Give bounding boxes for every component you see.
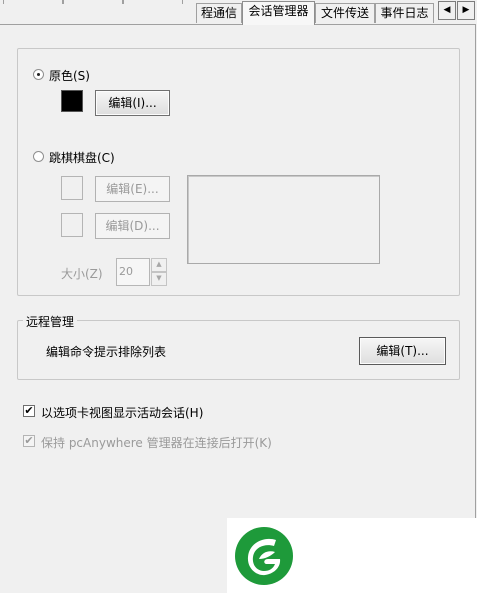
triangle-down-icon: ▼ bbox=[156, 274, 162, 282]
show-tabs-checkbox[interactable]: ✔ bbox=[23, 405, 35, 417]
tab-file-transfer[interactable]: 文件传送 bbox=[315, 3, 375, 23]
tab-strip: 程通信 会话管理器 文件传送 事件日志 ◀ ▶ bbox=[0, 0, 477, 25]
edit-checker-color-1-button[interactable]: 编辑(E)... bbox=[95, 176, 170, 202]
remote-management-description: 编辑命令提示排除列表 bbox=[46, 345, 167, 359]
checkerboard-label[interactable]: 跳棋棋盘(C) bbox=[49, 149, 115, 166]
remote-management-title: 远程管理 bbox=[23, 313, 78, 330]
show-tabs-label[interactable]: 以选项卡视图显示活动会话(H) bbox=[41, 404, 203, 421]
checkerboard-preview bbox=[187, 175, 380, 264]
size-spin-down-button[interactable]: ▼ bbox=[151, 272, 167, 286]
edit-exclusion-list-button[interactable]: 编辑(T)... bbox=[359, 337, 446, 365]
original-color-radio[interactable] bbox=[33, 69, 44, 80]
tab-scroll-right-button[interactable]: ▶ bbox=[457, 1, 475, 20]
edit-checker-color-2-button[interactable]: 编辑(D)... bbox=[95, 213, 170, 239]
original-color-swatch bbox=[61, 90, 83, 112]
size-spin-up-button[interactable]: ▲ bbox=[151, 258, 167, 272]
size-label: 大小(Z) bbox=[61, 267, 103, 281]
size-input[interactable]: 20 bbox=[116, 258, 150, 286]
tab-label: 事件日志 bbox=[380, 6, 429, 20]
original-color-label[interactable]: 原色(S) bbox=[49, 67, 90, 84]
checkerboard-radio[interactable] bbox=[33, 151, 44, 162]
tab-hidden-1[interactable] bbox=[3, 0, 63, 4]
tab-session-manager[interactable]: 会话管理器 bbox=[242, 1, 315, 25]
tab-scroll-left-button[interactable]: ◀ bbox=[438, 1, 456, 20]
checker-color-1-swatch bbox=[61, 176, 83, 200]
keep-open-label: 保持 pcAnywhere 管理器在连接后打开(K) bbox=[41, 436, 272, 450]
keep-open-checkbox[interactable]: ✔ bbox=[23, 435, 35, 447]
checker-color-2-swatch bbox=[61, 213, 83, 237]
logo-area bbox=[227, 518, 477, 593]
arrow-right-icon: ▶ bbox=[462, 5, 470, 15]
tab-hidden-2[interactable] bbox=[63, 0, 123, 4]
tab-event-log[interactable]: 事件日志 bbox=[375, 3, 434, 23]
tab-hidden-3[interactable] bbox=[123, 0, 183, 4]
arrow-left-icon: ◀ bbox=[443, 5, 451, 15]
tab-label: 程通信 bbox=[200, 6, 237, 20]
tab-label: 会话管理器 bbox=[248, 4, 309, 18]
tab-remote-communication[interactable]: 程通信 bbox=[196, 3, 242, 23]
triangle-up-icon: ▲ bbox=[156, 260, 162, 268]
tab-label: 文件传送 bbox=[320, 6, 369, 20]
edit-original-color-button[interactable]: 编辑(I)... bbox=[95, 90, 170, 116]
green-leaf-logo-icon bbox=[235, 527, 293, 585]
